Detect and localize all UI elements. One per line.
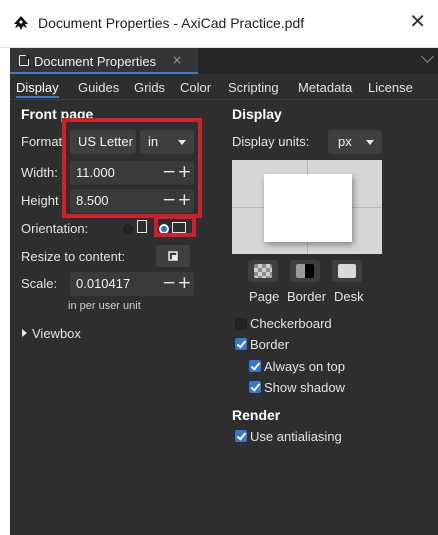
tab-license[interactable]: License: [368, 80, 413, 95]
dock-tab-close-icon[interactable]: ×: [172, 53, 182, 67]
width-label: Width:: [21, 165, 58, 180]
always-on-top-label: Always on top: [264, 359, 345, 374]
height-value: 8.500: [76, 193, 109, 208]
show-shadow-label: Show shadow: [264, 380, 345, 395]
scale-label: Scale:: [21, 276, 58, 291]
viewbox-expander[interactable]: Viewbox: [32, 326, 81, 341]
tab-metadata[interactable]: Metadata: [298, 80, 352, 95]
checkerboard-label: Checkerboard: [250, 316, 332, 331]
page-color-swatch[interactable]: [248, 260, 278, 282]
resize-to-content-button[interactable]: [156, 245, 190, 267]
document-properties-dock-tab[interactable]: Document Properties ×: [10, 48, 198, 74]
border-color-swatch[interactable]: [290, 260, 320, 282]
dock-tab-bar: Document Properties ×: [10, 48, 438, 74]
page-preview: [232, 160, 382, 254]
window-title: Document Properties - AxiCad Practice.pd…: [38, 15, 305, 31]
antialiasing-label: Use antialiasing: [250, 429, 342, 444]
border-checkbox[interactable]: [235, 338, 247, 350]
chevron-down-icon: [178, 140, 186, 145]
portrait-radio[interactable]: [123, 224, 133, 234]
document-icon: [19, 54, 30, 66]
tab-guides[interactable]: Guides: [78, 80, 119, 95]
chevron-down-icon: [366, 140, 374, 145]
display-units-value: px: [338, 134, 352, 149]
display-heading: Display: [232, 106, 282, 122]
display-units-label: Display units:: [232, 134, 310, 149]
scale-input[interactable]: 0.010417 −+: [70, 272, 194, 296]
front-page-heading: Front page: [21, 106, 94, 122]
window-titlebar[interactable]: Document Properties - AxiCad Practice.pd…: [0, 0, 438, 48]
unit-value: in: [148, 134, 159, 149]
border-swatch-icon: [296, 264, 314, 278]
scale-unit-caption: in per user unit: [68, 300, 141, 312]
desk-color-swatch[interactable]: [332, 260, 362, 282]
unit-dropdown[interactable]: in: [140, 130, 194, 154]
scale-value: 0.010417: [76, 276, 131, 291]
tab-grids[interactable]: Grids: [134, 80, 165, 95]
landscape-page-icon: [172, 222, 186, 233]
portrait-page-icon: [137, 220, 147, 233]
scale-stepper-icon[interactable]: −+: [162, 273, 193, 293]
orientation-label: Orientation:: [21, 221, 89, 236]
page-swatch-label: Page: [249, 289, 280, 304]
preview-page: [264, 174, 352, 242]
desk-swatch-label: Desk: [334, 289, 364, 304]
antialiasing-checkbox[interactable]: [235, 430, 247, 442]
expander-triangle-icon[interactable]: [22, 329, 27, 337]
inkscape-logo-icon: [14, 16, 28, 30]
height-stepper-icon[interactable]: −+: [162, 190, 193, 210]
display-units-dropdown[interactable]: px: [328, 130, 382, 154]
width-stepper-icon[interactable]: −+: [162, 162, 193, 182]
render-heading: Render: [232, 407, 281, 423]
checker-swatch-icon: [254, 264, 272, 278]
resize-to-content-label: Resize to content:: [21, 249, 126, 264]
border-swatch-label: Border: [287, 289, 327, 304]
tab-display[interactable]: Display: [16, 80, 59, 98]
border-label: Border: [250, 337, 290, 352]
chevron-down-icon[interactable]: [421, 50, 434, 63]
width-value: 11.000: [76, 165, 115, 180]
format-value: US Letter: [78, 134, 133, 149]
section-tabs: Display Guides Grids Color Scripting Met…: [10, 74, 438, 100]
landscape-radio[interactable]: [159, 224, 169, 234]
document-properties-panel: Document Properties × Display Guides Gri…: [10, 48, 438, 535]
dock-tab-label: Document Properties: [34, 54, 157, 69]
show-shadow-checkbox[interactable]: [249, 381, 261, 393]
desk-swatch-icon: [338, 264, 356, 278]
checkerboard-checkbox[interactable]: [235, 318, 247, 330]
resize-page-icon: [168, 251, 178, 261]
always-on-top-checkbox[interactable]: [249, 360, 261, 372]
tab-color[interactable]: Color: [180, 80, 211, 95]
height-input[interactable]: 8.500 −+: [70, 189, 194, 213]
window-close-button[interactable]: ✕: [409, 11, 426, 31]
format-dropdown[interactable]: US Letter: [70, 130, 136, 154]
height-label: Height: [21, 193, 59, 208]
width-input[interactable]: 11.000 −+: [70, 161, 194, 185]
format-label: Format: [21, 134, 63, 149]
tab-scripting[interactable]: Scripting: [228, 80, 279, 95]
